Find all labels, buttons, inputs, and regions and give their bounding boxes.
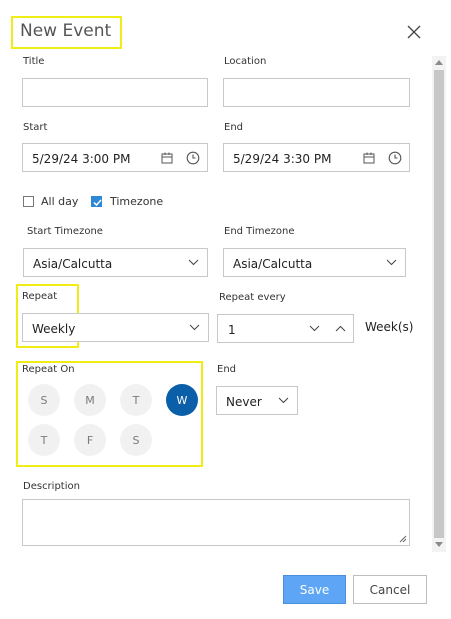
repeat-value: Weekly [32, 322, 76, 336]
start-timezone-select[interactable]: Asia/Calcutta [23, 248, 208, 277]
repeat-every-stepper[interactable]: 1 [217, 314, 354, 343]
save-button[interactable]: Save [283, 575, 346, 604]
location-input[interactable] [223, 78, 410, 107]
title-label: Title [23, 56, 45, 67]
day-thursday-button[interactable]: T [28, 424, 60, 456]
timezone-label: Timezone [110, 195, 164, 208]
calendar-icon[interactable] [363, 152, 375, 164]
day-tuesday-button[interactable]: T [120, 384, 152, 416]
repeat-select[interactable]: Weekly [22, 313, 209, 342]
allday-checkbox[interactable] [23, 196, 34, 207]
stepper-up-button[interactable] [335, 325, 346, 332]
dialog-title: New Event [20, 21, 112, 41]
timezone-checkbox[interactable] [91, 196, 102, 207]
start-timezone-value: Asia/Calcutta [33, 257, 113, 271]
day-saturday-button[interactable]: S [120, 424, 152, 456]
day-monday-button[interactable]: M [74, 384, 106, 416]
calendar-icon[interactable] [161, 152, 173, 164]
scrollbar[interactable] [432, 56, 446, 552]
chevron-down-icon [386, 259, 397, 266]
resize-handle-icon[interactable] [399, 535, 407, 543]
repeat-every-unit: Week(s) [365, 320, 414, 334]
stepper-down-button[interactable] [309, 325, 320, 332]
end-repeat-select[interactable]: Never [216, 386, 298, 415]
end-repeat-value: Never [226, 395, 262, 409]
end-repeat-label: End [217, 364, 237, 375]
repeat-on-label: Repeat On [22, 364, 75, 375]
start-datetime-input[interactable]: 5/29/24 3:00 PM [22, 143, 208, 172]
repeat-every-label: Repeat every [219, 292, 286, 303]
end-timezone-value: Asia/Calcutta [233, 257, 313, 271]
description-label: Description [23, 481, 80, 492]
chevron-down-icon [278, 397, 289, 404]
close-icon[interactable] [406, 24, 422, 40]
repeat-label: Repeat [22, 291, 58, 302]
end-timezone-select[interactable]: Asia/Calcutta [223, 248, 406, 277]
chevron-down-icon [189, 324, 200, 331]
description-textarea[interactable] [22, 499, 410, 546]
start-timezone-label: Start Timezone [27, 226, 103, 237]
repeat-every-value: 1 [228, 323, 236, 337]
end-label: End [224, 122, 244, 133]
title-input[interactable] [22, 78, 208, 107]
end-timezone-label: End Timezone [224, 226, 295, 237]
day-sunday-button[interactable]: S [28, 384, 60, 416]
clock-icon[interactable] [186, 151, 200, 165]
day-friday-button[interactable]: F [74, 424, 106, 456]
end-datetime-value: 5/29/24 3:30 PM [233, 152, 332, 166]
cancel-button[interactable]: Cancel [353, 575, 427, 604]
scroll-up-arrow[interactable] [435, 59, 443, 65]
scroll-thumb[interactable] [434, 70, 444, 538]
day-wednesday-button[interactable]: W [166, 384, 198, 416]
allday-label: All day [41, 195, 79, 208]
chevron-down-icon [188, 259, 199, 266]
start-label: Start [23, 122, 48, 133]
clock-icon[interactable] [388, 151, 402, 165]
end-datetime-input[interactable]: 5/29/24 3:30 PM [223, 143, 410, 172]
location-label: Location [224, 56, 267, 67]
scroll-down-arrow[interactable] [435, 542, 443, 548]
start-datetime-value: 5/29/24 3:00 PM [32, 152, 131, 166]
